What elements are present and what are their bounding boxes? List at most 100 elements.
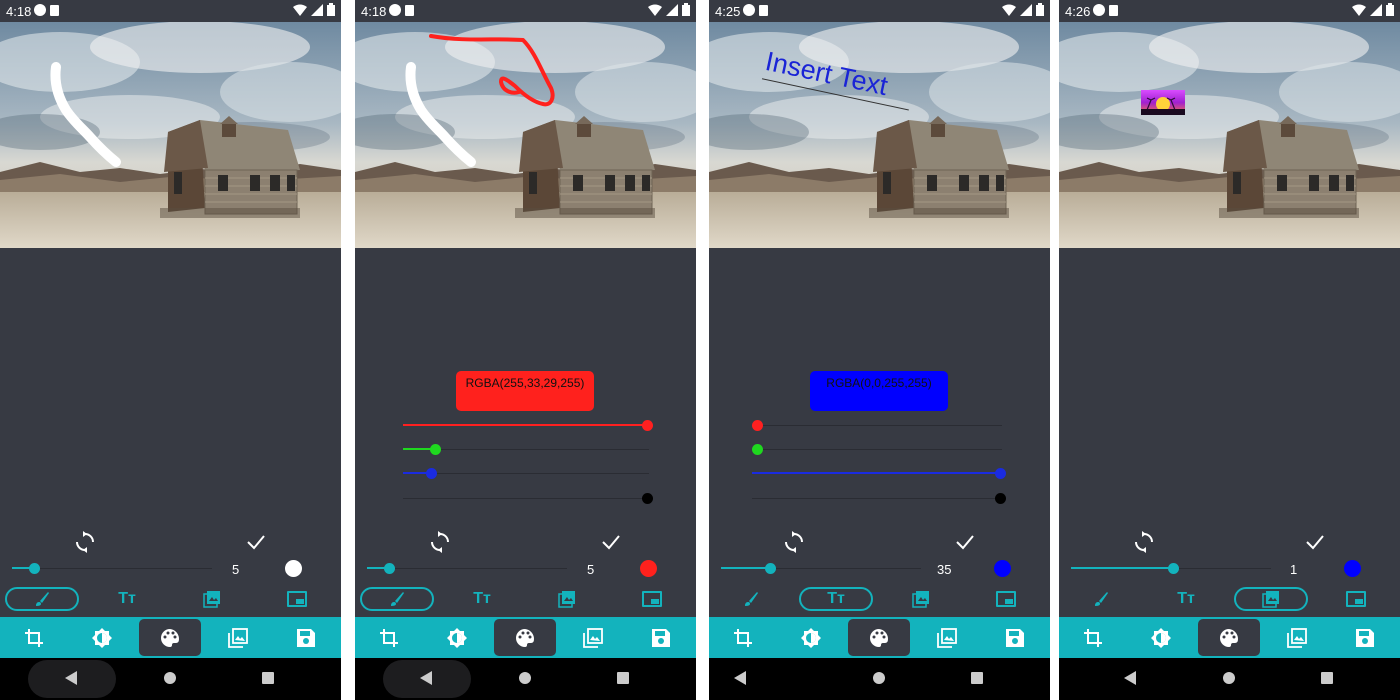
brush-tool[interactable] bbox=[360, 587, 434, 611]
brush-tool[interactable] bbox=[1064, 587, 1138, 611]
brush-size-knob[interactable] bbox=[384, 563, 395, 574]
pip-tool[interactable] bbox=[969, 587, 1043, 611]
confirm-button[interactable] bbox=[244, 530, 268, 554]
brush-size-knob[interactable] bbox=[29, 563, 40, 574]
palette-button[interactable] bbox=[139, 619, 201, 656]
save-button[interactable] bbox=[1334, 619, 1396, 656]
save-button[interactable] bbox=[275, 619, 337, 656]
red-slider[interactable] bbox=[752, 419, 1004, 433]
edited-photo[interactable] bbox=[355, 22, 696, 248]
home-icon[interactable] bbox=[163, 671, 177, 685]
alpha-slider[interactable] bbox=[403, 492, 653, 506]
brush-size-knob[interactable] bbox=[1168, 563, 1179, 574]
text-tool[interactable]: Tт bbox=[90, 587, 164, 611]
brush-size-slider[interactable] bbox=[367, 562, 567, 576]
home-icon[interactable] bbox=[872, 671, 886, 685]
sunset-sticker[interactable] bbox=[1141, 90, 1185, 115]
image-tool[interactable] bbox=[884, 587, 958, 611]
text-tool[interactable]: Tт bbox=[1149, 587, 1223, 611]
alpha-slider[interactable] bbox=[752, 492, 1006, 506]
edited-photo[interactable] bbox=[1059, 22, 1400, 248]
brush-tool[interactable] bbox=[5, 587, 79, 611]
text-size-icon: Tт bbox=[1177, 590, 1195, 607]
green-knob[interactable] bbox=[430, 444, 441, 455]
status-icons bbox=[1352, 3, 1394, 16]
brightness-button[interactable] bbox=[1130, 619, 1192, 656]
save-button[interactable] bbox=[630, 619, 692, 656]
gallery-button[interactable] bbox=[207, 619, 269, 656]
image-tool[interactable] bbox=[1234, 587, 1308, 611]
red-slider[interactable] bbox=[403, 419, 653, 433]
crop-button[interactable] bbox=[1062, 619, 1124, 656]
brush-tool[interactable] bbox=[714, 587, 788, 611]
tools-row: Tт bbox=[0, 585, 341, 613]
crop-button[interactable] bbox=[3, 619, 65, 656]
pip-tool[interactable] bbox=[615, 587, 689, 611]
save-button[interactable] bbox=[984, 619, 1046, 656]
palette-button[interactable] bbox=[848, 619, 910, 656]
alpha-knob[interactable] bbox=[642, 493, 653, 504]
brush-size-value: 5 bbox=[587, 562, 595, 577]
green-knob[interactable] bbox=[752, 444, 763, 455]
brush-size-knob[interactable] bbox=[765, 563, 776, 574]
blue-knob[interactable] bbox=[995, 468, 1006, 479]
recents-icon[interactable] bbox=[261, 671, 275, 685]
green-slider[interactable] bbox=[752, 443, 1004, 457]
pip-tool[interactable] bbox=[1319, 587, 1393, 611]
gallery-button[interactable] bbox=[916, 619, 978, 656]
brightness-button[interactable] bbox=[426, 619, 488, 656]
screen-1: 4:18 5 Tт bbox=[0, 0, 341, 700]
signal-icon bbox=[1020, 3, 1032, 16]
brush-size-slider[interactable] bbox=[12, 562, 212, 576]
confirm-button[interactable] bbox=[599, 530, 623, 554]
red-knob[interactable] bbox=[642, 420, 653, 431]
recents-icon[interactable] bbox=[616, 671, 630, 685]
crop-button[interactable] bbox=[712, 619, 774, 656]
recents-icon[interactable] bbox=[1320, 671, 1334, 685]
brightness-button[interactable] bbox=[71, 619, 133, 656]
edited-photo[interactable] bbox=[0, 22, 341, 248]
selected-color-dot[interactable] bbox=[640, 560, 657, 577]
edited-photo[interactable]: Insert Text bbox=[709, 22, 1050, 248]
gallery-button[interactable] bbox=[1266, 619, 1328, 656]
back-icon[interactable] bbox=[64, 671, 78, 685]
recents-icon[interactable] bbox=[970, 671, 984, 685]
status-bar: 4:18 bbox=[0, 0, 341, 22]
green-slider[interactable] bbox=[403, 443, 653, 457]
system-nav-bar bbox=[355, 658, 696, 700]
selected-color-dot[interactable] bbox=[994, 560, 1011, 577]
brush-size-slider[interactable] bbox=[721, 562, 921, 576]
back-icon[interactable] bbox=[1123, 671, 1137, 685]
selected-color-dot[interactable] bbox=[285, 560, 302, 577]
text-tool[interactable]: Tт bbox=[445, 587, 519, 611]
blue-slider[interactable] bbox=[403, 467, 653, 481]
back-icon[interactable] bbox=[733, 671, 747, 685]
gallery-button[interactable] bbox=[562, 619, 624, 656]
confirm-button[interactable] bbox=[953, 530, 977, 554]
reset-button[interactable] bbox=[1132, 530, 1156, 554]
reset-button[interactable] bbox=[73, 530, 97, 554]
reset-button[interactable] bbox=[782, 530, 806, 554]
palette-button[interactable] bbox=[494, 619, 556, 656]
image-tool[interactable] bbox=[175, 587, 249, 611]
brightness-button[interactable] bbox=[780, 619, 842, 656]
blue-slider[interactable] bbox=[752, 467, 1006, 481]
brush-size-slider[interactable] bbox=[1071, 562, 1271, 576]
crop-button[interactable] bbox=[358, 619, 420, 656]
blue-knob[interactable] bbox=[426, 468, 437, 479]
pip-tool[interactable] bbox=[260, 587, 334, 611]
home-icon[interactable] bbox=[1222, 671, 1236, 685]
image-tool[interactable] bbox=[530, 587, 604, 611]
home-icon[interactable] bbox=[518, 671, 532, 685]
text-tool[interactable]: Tт bbox=[799, 587, 873, 611]
confirm-button[interactable] bbox=[1303, 530, 1327, 554]
back-icon[interactable] bbox=[419, 671, 433, 685]
reset-button[interactable] bbox=[428, 530, 452, 554]
gallery-icon bbox=[937, 627, 957, 648]
save-icon bbox=[1006, 628, 1024, 647]
red-knob[interactable] bbox=[752, 420, 763, 431]
palette-button[interactable] bbox=[1198, 619, 1260, 656]
selected-color-dot[interactable] bbox=[1344, 560, 1361, 577]
alpha-knob[interactable] bbox=[995, 493, 1006, 504]
system-nav-bar bbox=[1059, 658, 1400, 700]
